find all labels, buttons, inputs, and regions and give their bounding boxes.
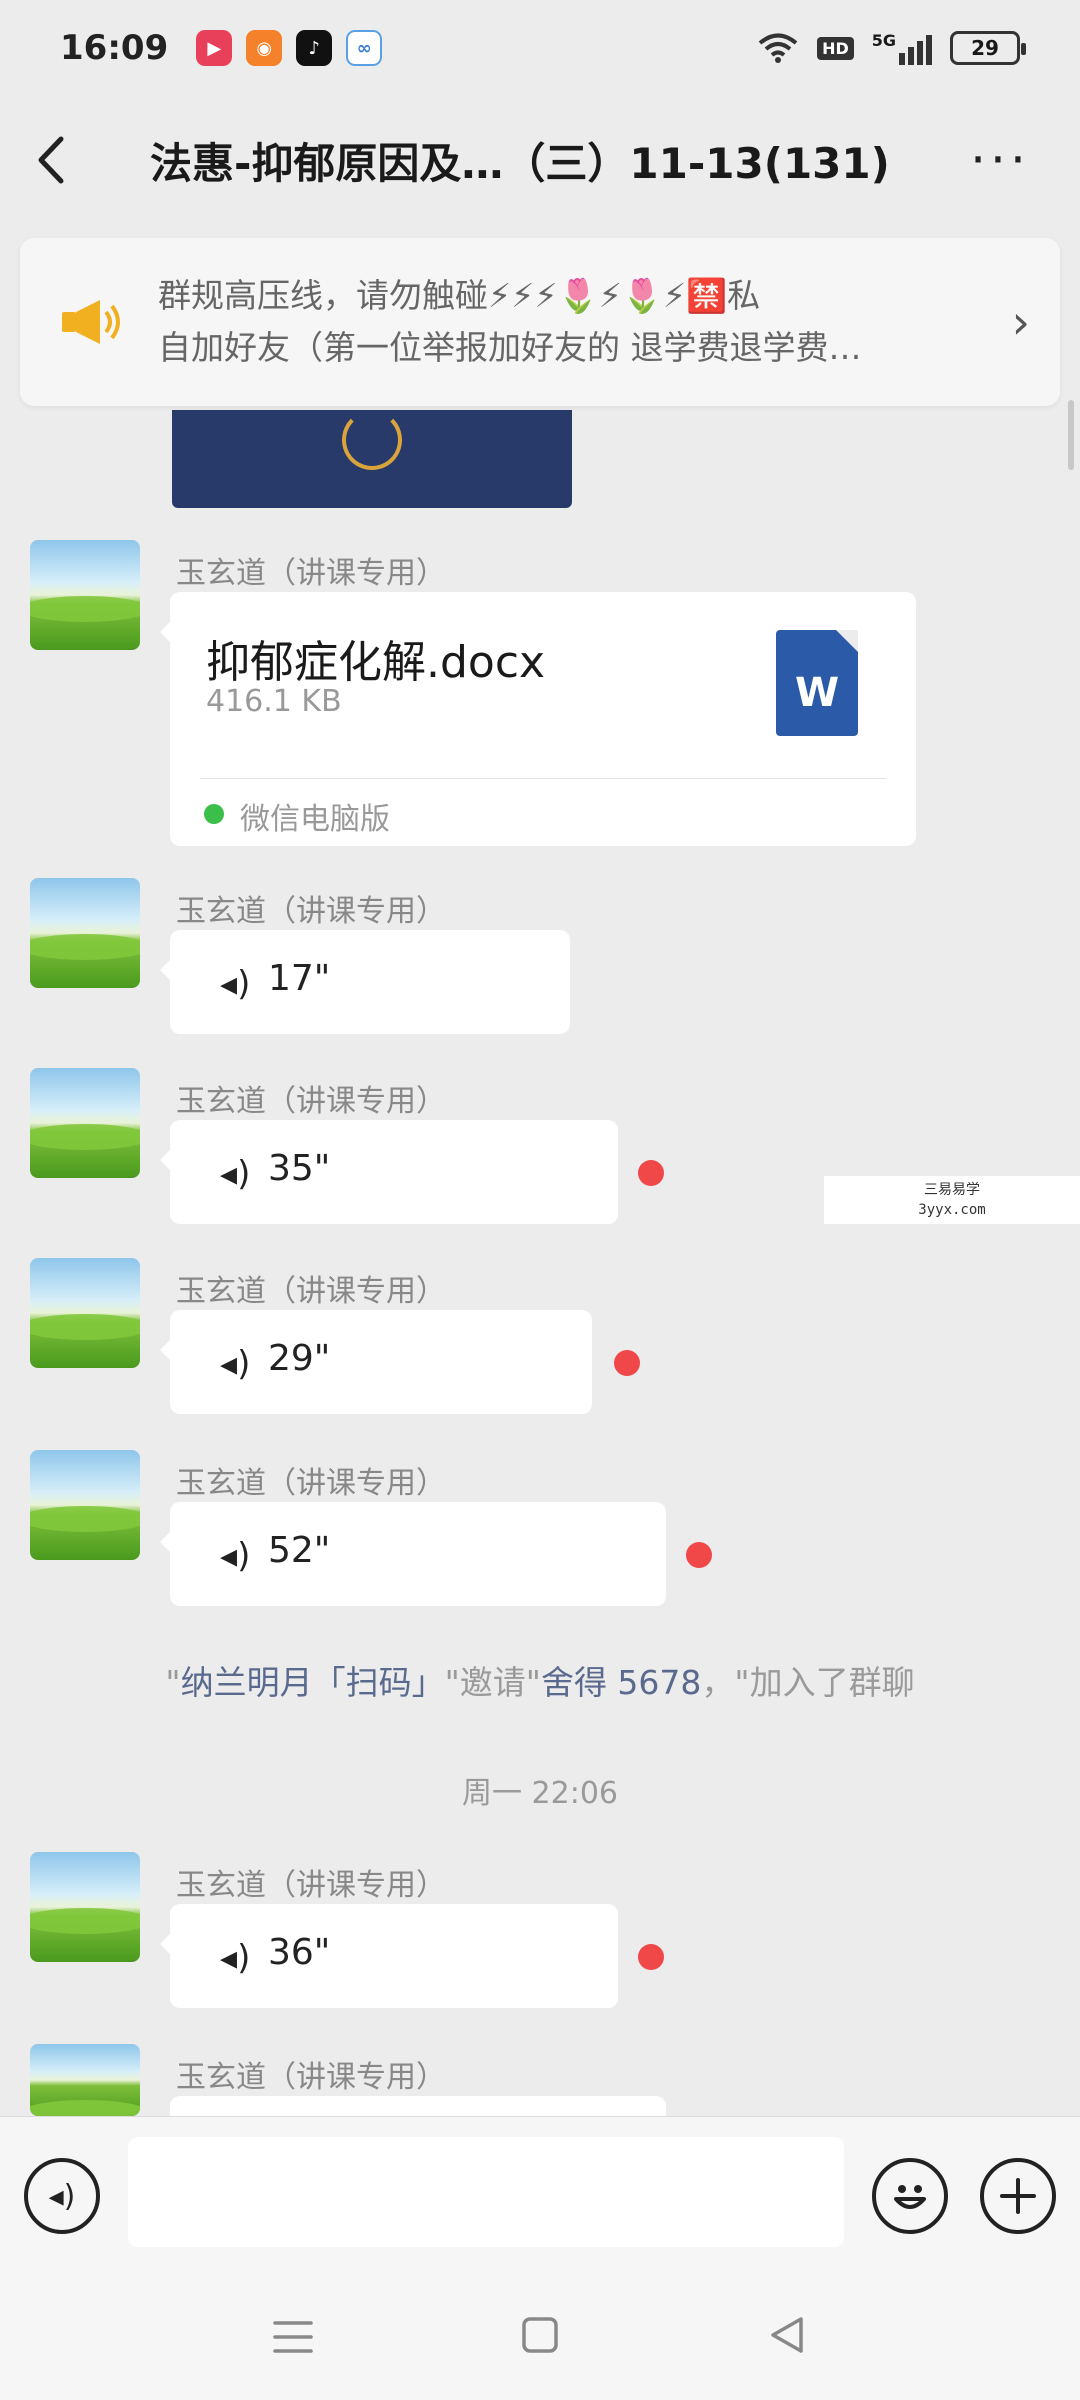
message-input[interactable] [128, 2137, 844, 2247]
voice-message-bubble[interactable]: ◂) 35" [160, 1120, 618, 1224]
sender-name: 玉玄道（讲课专用） [176, 1466, 446, 1501]
unread-dot [686, 1542, 712, 1568]
chevron-right-icon: › [1011, 295, 1030, 349]
inviter-name[interactable]: 纳兰明月「扫码」 [181, 1663, 445, 1702]
unread-dot [638, 1944, 664, 1970]
scrollbar[interactable] [1068, 400, 1074, 470]
more-button[interactable]: ··· [950, 110, 1050, 210]
avatar[interactable] [30, 1852, 140, 1962]
invitee-name[interactable]: 舍得 5678 [541, 1663, 701, 1702]
more-dots-icon: ··· [970, 131, 1030, 189]
site-watermark: 三易易学 3yyx.com [824, 1176, 1080, 1224]
status-indicators: HD 5G 29 [757, 31, 1026, 65]
voice-wave-icon: ◂) [220, 1938, 251, 1978]
file-name: 抑郁症化解.docx [206, 637, 546, 688]
sender-name: 玉玄道（讲课专用） [176, 556, 446, 591]
video-app-icon: ▶ [196, 30, 233, 66]
chat-header: 法惠-抑郁原因及…（三）11-13(131) ··· [0, 110, 1080, 210]
avatar[interactable] [30, 1450, 140, 1560]
network-type: 5G [871, 31, 896, 50]
emblem-graphic [342, 410, 402, 470]
unread-dot [614, 1350, 640, 1376]
tiktok-app-icon: ♪ [296, 30, 333, 66]
file-type-letter: W [794, 670, 840, 716]
file-size: 416.1 KB [206, 684, 342, 719]
word-document-icon: W [776, 630, 858, 736]
voice-message-bubble[interactable]: ◂) 36" [160, 1904, 618, 2008]
notice-text: 群规高压线，请勿触碰⚡⚡⚡🌷⚡🌷⚡🈲私 自加好友（第一位举报加好友的 退学费退学… [158, 270, 990, 374]
status-app-icons: ▶ ◉ ♪ ∞ [196, 30, 383, 66]
watermark-line-2: 3yyx.com [918, 1202, 986, 1218]
avatar[interactable] [30, 1258, 140, 1368]
file-message-bubble[interactable]: 抑郁症化解.docx 416.1 KB W 微信电脑版 [160, 592, 916, 846]
emoji-icon [894, 2185, 926, 2209]
system-join-text: ，"加入了群聊 [701, 1663, 915, 1702]
menu-nav-button[interactable] [253, 2315, 333, 2366]
plus-icon [1000, 2178, 1036, 2214]
system-quote: " [165, 1663, 181, 1702]
unread-dot [638, 1160, 664, 1186]
divider [200, 778, 886, 779]
sender-name: 玉玄道（讲课专用） [176, 1084, 446, 1119]
system-join-message: "纳兰明月「扫码」"邀请"舍得 5678，"加入了群聊 [0, 1656, 1080, 1704]
voice-duration: 52" [268, 1530, 331, 1571]
voice-mode-button[interactable]: ◂) [24, 2158, 100, 2234]
notice-line-2: 自加好友（第一位举报加好友的 退学费退学费… [158, 328, 862, 367]
chat-title: 法惠-抑郁原因及…（三）11-13(131) [150, 138, 890, 188]
status-bar: 16:09 ▶ ◉ ♪ ∞ HD 5G 29 [0, 0, 1080, 96]
voice-duration: 36" [268, 1932, 331, 1973]
kuaishou-app-icon: ◉ [246, 30, 283, 66]
message-bubble-partial[interactable] [160, 2096, 666, 2146]
avatar[interactable] [30, 540, 140, 650]
file-source: 微信电脑版 [240, 802, 390, 837]
menu-icon [273, 2320, 314, 2353]
input-bar: ◂) [0, 2116, 1080, 2280]
voice-message-bubble[interactable]: ◂) 17" [160, 930, 570, 1034]
voice-duration: 29" [268, 1338, 331, 1379]
watermark-line-1: 三易易学 [924, 1182, 980, 1198]
voice-duration: 35" [268, 1148, 331, 1189]
voice-mode-icon: ◂) [48, 2178, 76, 2214]
avatar[interactable] [30, 878, 140, 988]
voice-wave-icon: ◂) [220, 1344, 251, 1384]
group-notice-banner[interactable]: 群规高压线，请勿触碰⚡⚡⚡🌷⚡🌷⚡🈲私 自加好友（第一位举报加好友的 退学费退学… [20, 238, 1060, 406]
wechat-pc-icon [204, 804, 224, 824]
back-button[interactable] [0, 110, 100, 210]
battery-level: 29 [971, 36, 999, 60]
notice-line-1: 群规高压线，请勿触碰⚡⚡⚡🌷⚡🌷⚡🈲私 [158, 276, 761, 315]
voice-duration: 17" [268, 958, 331, 999]
time-separator: 周一 22:06 [462, 1776, 618, 1811]
signal-icon: 5G [872, 31, 932, 65]
voice-wave-icon: ◂) [220, 1154, 251, 1194]
sender-name: 玉玄道（讲课专用） [176, 894, 446, 929]
battery-icon: 29 [950, 31, 1026, 65]
system-invite-text: "邀请" [444, 1663, 541, 1702]
sender-name: 玉玄道（讲课专用） [176, 2060, 446, 2095]
baidu-app-icon: ∞ [346, 30, 383, 66]
voice-message-bubble[interactable]: ◂) 29" [160, 1310, 592, 1414]
system-navigation-bar [0, 2280, 1080, 2400]
megaphone-icon [60, 298, 130, 346]
sender-name: 玉玄道（讲课专用） [176, 1868, 446, 1903]
sender-name: 玉玄道（讲课专用） [176, 1274, 446, 1309]
plus-button[interactable] [980, 2158, 1056, 2234]
back-nav-button[interactable] [747, 2315, 827, 2366]
voice-wave-icon: ◂) [220, 964, 251, 1004]
avatar[interactable] [30, 1068, 140, 1178]
hd-badge: HD [817, 36, 854, 60]
emoji-button[interactable] [872, 2158, 948, 2234]
voice-wave-icon: ◂) [220, 1536, 251, 1576]
voice-message-bubble[interactable]: ◂) 52" [160, 1502, 666, 1606]
wifi-icon [758, 33, 798, 63]
status-time: 16:09 [60, 28, 169, 68]
home-nav-button[interactable] [500, 2315, 580, 2366]
chevron-left-icon [38, 136, 64, 184]
triangle-back-icon [770, 2316, 803, 2353]
image-message-partial[interactable] [172, 410, 572, 508]
home-square-icon [522, 2316, 558, 2353]
avatar[interactable] [30, 2044, 140, 2116]
